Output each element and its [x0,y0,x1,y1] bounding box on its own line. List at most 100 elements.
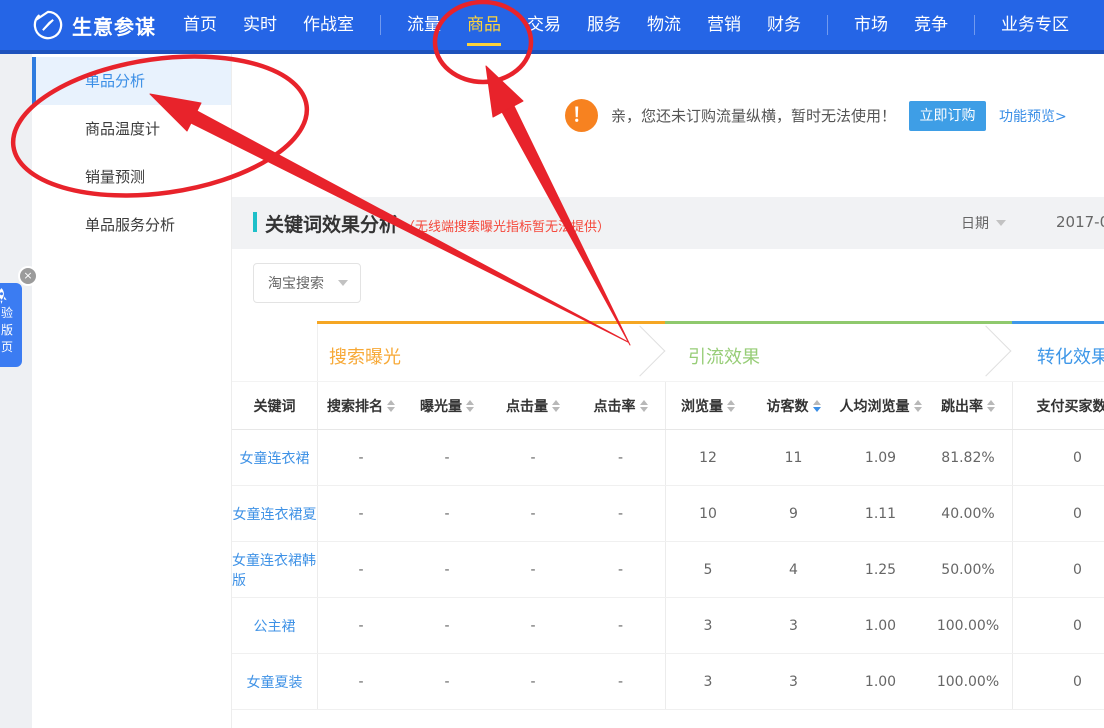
sort-icon[interactable] [387,400,395,412]
nav-item-service[interactable]: 服务 [587,0,621,50]
table-group-header-row: 搜索曝光 引流效果 转化效果 [232,321,1104,382]
sidebar-item-single-item-analysis[interactable]: 单品分析 [32,57,231,105]
title-accent-bar [253,212,257,232]
table-cell: - [490,654,576,709]
column-header-ctr[interactable]: 点击率 [576,382,665,429]
group-label-search-exposure: 搜索曝光 [329,343,401,369]
group-bar-search-exposure [317,321,665,324]
nav-item-logistics[interactable]: 物流 [647,0,681,50]
table-cell: - [576,430,665,485]
table-cell: - [490,598,576,653]
table-cell: 10 [665,486,750,541]
promo-badge-label: 体验新版首页 [0,305,15,356]
column-header-search-rank[interactable]: 搜索排名 [317,382,404,429]
table-cell: - [404,598,490,653]
date-filter-dropdown[interactable]: 日期 [961,213,1006,233]
table-cell: - [404,430,490,485]
table-cell: 0 [1012,598,1104,653]
nav-item-finance[interactable]: 财务 [767,0,801,50]
sort-icon[interactable] [640,400,648,412]
keyword-link[interactable]: 女童连衣裙韩版 [232,542,317,597]
channel-select[interactable]: 淘宝搜索 [253,263,361,303]
table-cell: 100.00% [924,654,1012,709]
table-cell: 1.00 [837,654,924,709]
column-label: 访客数 [767,396,809,416]
keyword-link[interactable]: 女童连衣裙夏 [232,486,317,541]
sidebar-item-goods-thermometer[interactable]: 商品温度计 [32,105,231,153]
column-header-visitors[interactable]: 访客数 [750,382,837,429]
order-now-button[interactable]: 立即订购 [909,101,986,131]
keyword-link[interactable]: 公主裙 [232,598,317,653]
close-icon[interactable]: × [18,266,38,286]
column-label: 曝光量 [420,396,462,416]
table-cell: - [317,486,404,541]
keyword-link[interactable]: 女童夏装 [232,654,317,709]
column-header-avg-pageviews[interactable]: 人均浏览量 [837,382,924,429]
table-cell: 40.00% [924,486,1012,541]
column-label: 点击率 [594,396,636,416]
table-cell: - [404,486,490,541]
nav-item-goods[interactable]: 商品 [467,0,501,50]
date-value: 2017-0 [1056,213,1104,231]
table-cell: - [317,654,404,709]
table-cell: - [490,542,576,597]
column-header-exposure[interactable]: 曝光量 [404,382,490,429]
nav-item-market[interactable]: 市场 [854,0,888,50]
table-cell: 1.11 [837,486,924,541]
table-cell: 3 [665,598,750,653]
new-version-promo-badge[interactable]: 体验新版首页 [0,283,22,367]
sort-icon[interactable] [727,400,735,412]
column-label: 搜索排名 [327,396,383,416]
table-cell: 5 [665,542,750,597]
column-header-bounce-rate[interactable]: 跳出率 [924,382,1012,429]
top-navigation: 生意参谋 首页 实时 作战室 流量 商品 交易 服务 物流 营销 财务 市场 竞… [0,0,1104,54]
chevron-down-icon [996,220,1006,226]
date-filter-label: 日期 [961,213,989,233]
table-cell: 1.00 [837,598,924,653]
column-label: 支付买家数 [1037,396,1104,416]
nav-item-competition[interactable]: 竞争 [914,0,948,50]
table-row: 女童连衣裙 - - - - 12 11 1.09 81.82% 0 [232,430,1104,486]
sidebar: 单品分析 商品温度计 销量预测 单品服务分析 [32,54,232,728]
table-cell: - [404,654,490,709]
chevron-down-icon [338,280,348,286]
app-title: 生意参谋 [72,11,156,40]
nav-item-trade[interactable]: 交易 [527,0,561,50]
nav-item-marketing[interactable]: 营销 [707,0,741,50]
table-cell: 0 [1012,430,1104,485]
nav-item-traffic[interactable]: 流量 [407,0,441,50]
table-cell: - [317,430,404,485]
column-label: 关键词 [254,396,296,416]
sidebar-item-single-item-service-analysis[interactable]: 单品服务分析 [32,201,231,249]
keyword-link[interactable]: 女童连衣裙 [232,430,317,485]
feature-preview-link[interactable]: 功能预览> [999,106,1067,126]
nav-item-home[interactable]: 首页 [183,0,217,50]
warning-icon: ！ [565,99,598,132]
sort-icon[interactable] [813,400,821,412]
group-chevron-divider [961,326,1012,377]
nav-menu: 首页 实时 作战室 流量 商品 交易 服务 物流 营销 财务 市场 竞争 业务专… [183,0,1069,50]
table-cell: 100.00% [924,598,1012,653]
table-cell: 11 [750,430,837,485]
table-row: 女童夏装 - - - - 3 3 1.00 100.00% 0 [232,654,1104,710]
sort-icon[interactable] [914,400,922,412]
table-cell: 1.09 [837,430,924,485]
sort-icon[interactable] [552,400,560,412]
table-cell: 9 [750,486,837,541]
nav-item-warroom[interactable]: 作战室 [303,0,354,50]
table-cell: 0 [1012,542,1104,597]
column-header-paid-buyers[interactable]: 支付买家数 [1012,382,1104,429]
subscription-notice: ！ 亲，您还未订购流量纵横，暂时无法使用！ 立即订购 功能预览> [565,99,1067,132]
section-title-block: 关键词效果分析 （无线端搜索曝光指标暂无法提供） [253,210,610,237]
column-header-clicks[interactable]: 点击量 [490,382,576,429]
column-header-pageviews[interactable]: 浏览量 [665,382,750,429]
nav-divider [380,15,381,35]
sidebar-item-sales-forecast[interactable]: 销量预测 [32,153,231,201]
table-cell: 81.82% [924,430,1012,485]
title-note: （无线端搜索曝光指标暂无法提供） [402,216,610,235]
nav-item-business-zone[interactable]: 业务专区 [1001,0,1069,50]
table-cell: - [576,542,665,597]
nav-item-realtime[interactable]: 实时 [243,0,277,50]
sort-icon[interactable] [987,400,995,412]
sort-icon[interactable] [466,400,474,412]
